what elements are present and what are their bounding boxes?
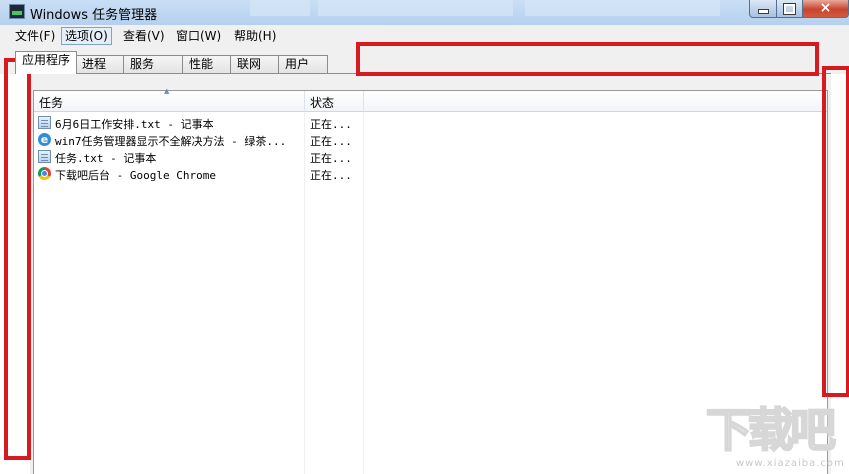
watermark-logo: 下载吧 [705, 403, 837, 457]
close-icon: × [819, 0, 832, 16]
sort-ascending-icon: ▲ [164, 87, 170, 95]
maximize-icon [783, 3, 796, 15]
menu-options[interactable]: 选项(O) [61, 27, 112, 45]
task-name: 6月6日工作安排.txt - 记事本 [55, 118, 214, 131]
task-row[interactable]: 6月6日工作安排.txt - 记事本 正在... [34, 115, 827, 131]
tab-services[interactable]: 服务 [123, 55, 184, 73]
task-status: 正在... [310, 152, 352, 165]
menu-window[interactable]: 窗口(W) [173, 28, 224, 44]
close-button[interactable]: × [802, 0, 849, 18]
background-window-blur [250, 0, 310, 16]
tab-networking[interactable]: 联网 [230, 55, 279, 73]
background-window-blur [318, 0, 513, 16]
notepad-icon [38, 116, 51, 129]
task-name: 下载吧后台 - Google Chrome [55, 169, 216, 182]
background-window-blur [525, 0, 720, 16]
column-header-empty [364, 91, 827, 112]
annotation-box-left [4, 58, 31, 460]
task-status: 正在... [310, 118, 352, 131]
task-status: 正在... [310, 169, 352, 182]
task-name: 任务.txt - 记事本 [55, 152, 157, 165]
annotation-box-right [822, 66, 849, 397]
minimize-icon [757, 9, 769, 14]
column-header-task-label: 任务 [39, 96, 64, 110]
tab-users[interactable]: 用户 [278, 55, 328, 73]
column-header-status[interactable]: 状态 [305, 91, 364, 112]
task-row[interactable]: 任务.txt - 记事本 正在... [34, 149, 827, 165]
ie-icon: e [38, 133, 51, 146]
task-manager-app-icon[interactable] [9, 4, 25, 19]
task-row[interactable]: e win7任务管理器显示不全解决方法 - 绿茶... 正在... [34, 132, 827, 148]
menu-file[interactable]: 文件(F) [12, 28, 58, 44]
menu-help[interactable]: 帮助(H) [231, 28, 279, 44]
chrome-icon [38, 167, 51, 180]
task-status: 正在... [310, 135, 352, 148]
minimize-button[interactable] [749, 0, 777, 18]
task-name: win7任务管理器显示不全解决方法 - 绿茶... [55, 135, 287, 148]
tab-applications[interactable]: 应用程序 [15, 51, 77, 74]
menu-view[interactable]: 查看(V) [120, 28, 168, 44]
tab-processes[interactable]: 进程 [75, 55, 124, 73]
annotation-box-top [356, 42, 819, 76]
task-row[interactable]: 下载吧后台 - Google Chrome 正在... [34, 166, 827, 182]
tab-performance[interactable]: 性能 [182, 55, 232, 73]
notepad-icon [38, 150, 51, 163]
watermark-url: www.xiazaiba.com [736, 458, 845, 469]
window-title: Windows 任务管理器 [30, 8, 158, 23]
maximize-button[interactable] [776, 0, 803, 18]
title-bar[interactable]: Windows 任务管理器 × [0, 0, 849, 25]
column-header-task[interactable]: ▲ 任务 [34, 87, 305, 112]
column-header-status-label: 状态 [310, 96, 335, 110]
